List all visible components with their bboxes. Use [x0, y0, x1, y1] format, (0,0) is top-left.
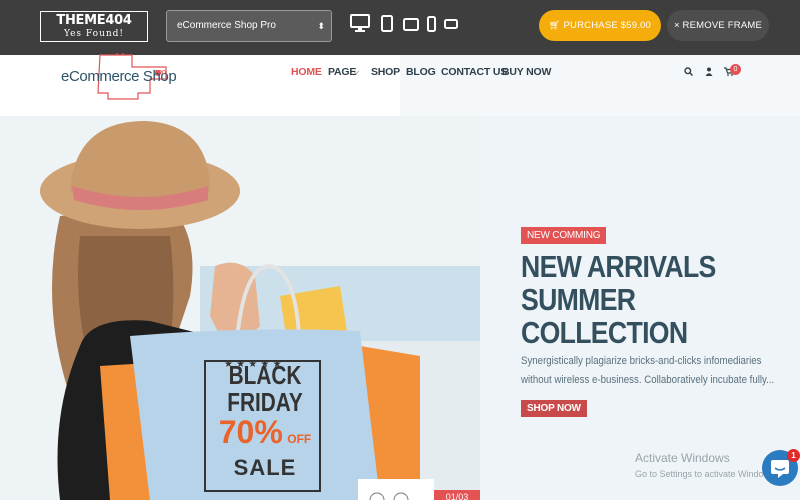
nav-page[interactable]: PAGE: [328, 66, 356, 78]
nav-buy-now[interactable]: BUY NOW: [502, 66, 551, 78]
next-slide-icon[interactable]: [393, 492, 409, 500]
purchase-label: PURCHASE $59.00: [563, 20, 651, 31]
windows-activation-watermark: Activate Windows Go to Settings to activ…: [635, 451, 777, 479]
nav-shop[interactable]: SHOP: [371, 66, 400, 78]
phone-portrait-icon[interactable]: [427, 16, 436, 32]
cart-icon: 🛒︎: [549, 20, 561, 30]
hero-title-line-1: NEW ARRIVALS: [521, 249, 716, 284]
desktop-icon[interactable]: [350, 14, 370, 32]
hero-description-line-1: Synergistically plagiarize bricks-and-cl…: [521, 355, 762, 367]
brand-tagline: Yes Found!: [63, 29, 125, 39]
activate-windows-title: Activate Windows: [635, 451, 730, 465]
bag-print: BLACK FRIDAY 70% OFF SALE: [210, 362, 320, 481]
hero-photo: ★ ★ ★ ★ ★ BLACK FRIDAY 70% OFF SALE: [0, 116, 480, 500]
chat-unread-badge: 1: [787, 449, 800, 462]
bag-text-black: BLACK: [228, 360, 302, 390]
remove-frame-label: × REMOVE FRAME: [673, 20, 763, 31]
site-logo[interactable]: eCommerce Shop PRO: [58, 53, 177, 101]
shop-now-button[interactable]: SHOP NOW: [521, 400, 587, 417]
hero-title-line-2: SUMMER: [521, 282, 636, 317]
user-icon[interactable]: [705, 67, 713, 76]
nav-home[interactable]: HOME: [291, 66, 322, 78]
bag-text-friday: FRIDAY: [227, 387, 303, 417]
activate-windows-subtitle: Go to Settings to activate Windows.: [635, 469, 778, 479]
bag-text-sale: SALE: [233, 455, 297, 480]
bag-discount: 70% OFF: [210, 416, 320, 455]
nav-blog[interactable]: BLOG: [406, 66, 436, 78]
tablet-landscape-icon[interactable]: [403, 18, 419, 31]
tablet-portrait-icon[interactable]: [381, 15, 393, 32]
slider-controls: [358, 479, 434, 500]
demo-top-bar: THEME404 Yes Found! eCommerce Shop Pro ⬍…: [0, 0, 800, 55]
remove-frame-button[interactable]: × REMOVE FRAME: [667, 10, 769, 41]
bag-text-percent: 70%: [218, 414, 283, 450]
chevron-down-icon[interactable]: ⌵: [353, 67, 359, 77]
brand-main-text: THEME404: [56, 13, 132, 28]
slide-counter: 01/03: [434, 490, 480, 500]
bag-text-off: OFF: [287, 432, 312, 446]
search-icon[interactable]: [684, 67, 693, 76]
phone-landscape-icon[interactable]: [444, 19, 458, 29]
theme-select[interactable]: eCommerce Shop Pro ⬍: [166, 10, 332, 42]
hero-description: Synergistically plagiarize bricks-and-cl…: [521, 352, 785, 390]
prev-slide-icon[interactable]: [369, 492, 385, 500]
hero-slider: ★ ★ ★ ★ ★ BLACK FRIDAY 70% OFF SALE: [0, 116, 800, 500]
hero-title-line-3: COLLECTION: [521, 315, 688, 350]
purchase-button[interactable]: 🛒︎ PURCHASE $59.00: [539, 10, 661, 41]
new-coming-badge: NEW COMMING: [521, 227, 607, 244]
logo-pro-tag: PRO: [155, 70, 166, 76]
theme-select-value: eCommerce Shop Pro: [177, 20, 276, 31]
select-arrows-icon: ⬍: [317, 21, 325, 31]
cart-count-badge: 0: [730, 64, 741, 75]
theme404-logo[interactable]: THEME404 Yes Found!: [40, 11, 148, 42]
site-header-right: [400, 55, 800, 116]
hero-description-line-2: without wireless e-business. Collaborati…: [521, 374, 775, 386]
nav-contact-us[interactable]: CONTACT US: [441, 66, 507, 78]
